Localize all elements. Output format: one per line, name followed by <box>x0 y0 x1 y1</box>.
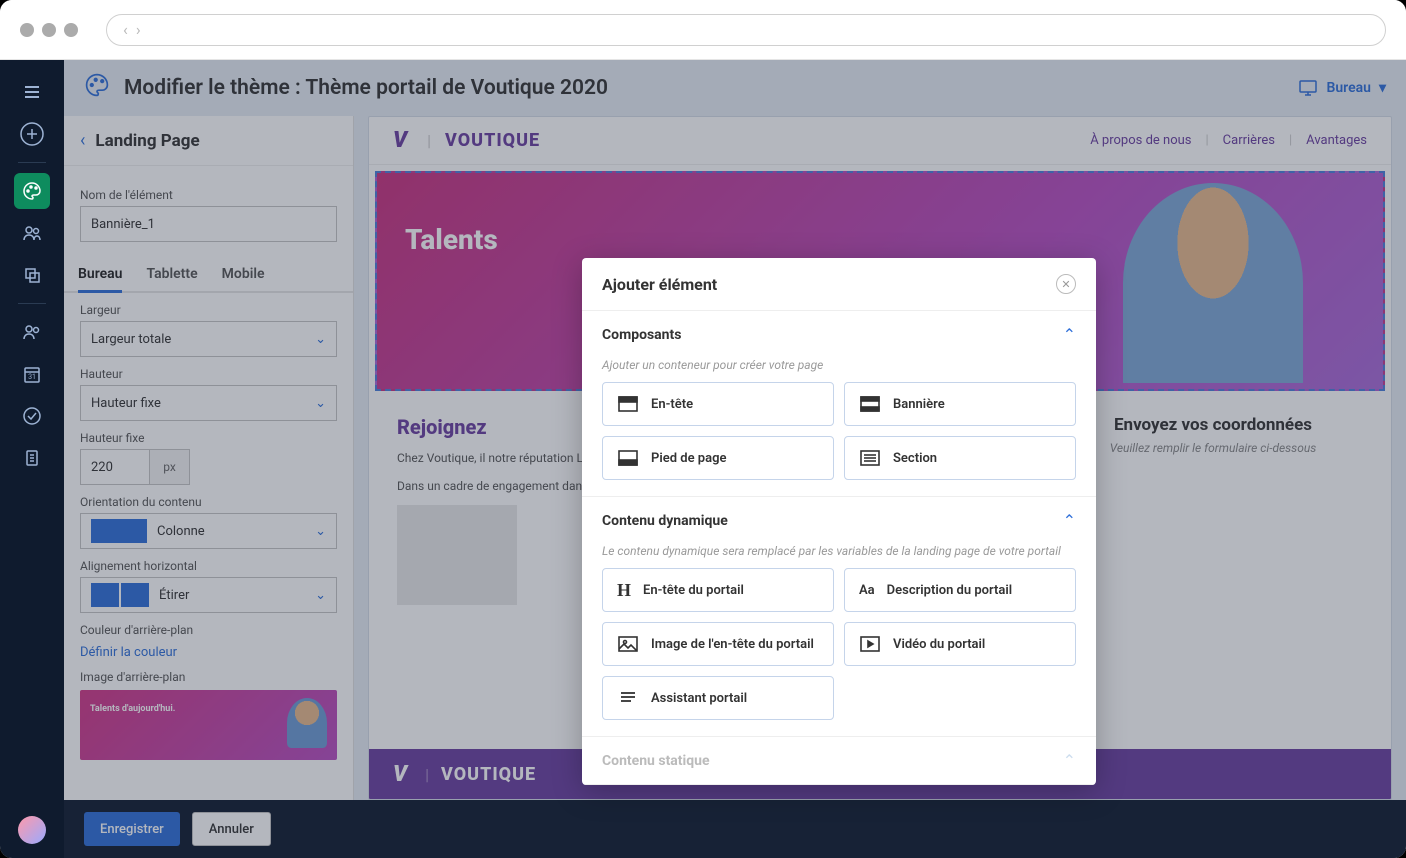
component-portal-header-img[interactable]: Image de l'en-tête du portail <box>602 622 834 666</box>
back-icon[interactable]: ‹ <box>80 130 85 151</box>
contact-heading: Envoyez vos coordonnées <box>1063 415 1363 435</box>
close-icon[interactable]: ✕ <box>1056 274 1076 294</box>
halign-swatch-icon <box>91 583 149 607</box>
bottom-bar: Enregistrer Annuler <box>64 800 1406 858</box>
chevron-down-icon: ⌄ <box>315 588 326 603</box>
url-bar[interactable]: ‹ › <box>106 14 1386 46</box>
component-portal-header[interactable]: HEn-tête du portail <box>602 568 834 612</box>
people-icon[interactable] <box>14 215 50 251</box>
preview-header: V | VOUTIQUE À propos de nous| Carrières… <box>369 117 1391 165</box>
video-icon <box>859 633 881 655</box>
component-footer[interactable]: Pied de page <box>602 436 834 480</box>
text-icon: Aa <box>859 583 875 598</box>
chevron-up-icon: ⌃ <box>1063 511 1076 530</box>
heading-icon: H <box>617 580 631 601</box>
define-color-link[interactable]: Définir la couleur <box>80 645 177 660</box>
tab-desktop[interactable]: Bureau <box>78 258 122 293</box>
person-graphic <box>287 698 327 748</box>
copy-icon[interactable] <box>14 257 50 293</box>
component-header[interactable]: En-tête <box>602 382 834 426</box>
component-section[interactable]: Section <box>844 436 1076 480</box>
tab-tablet[interactable]: Tablette <box>146 258 197 293</box>
chevron-up-icon: ⌃ <box>1063 325 1076 344</box>
preview-nav: À propos de nous| Carrières| Avantages <box>1090 133 1367 148</box>
nav-careers[interactable]: Carrières <box>1223 133 1275 148</box>
bgcolor-label: Couleur d'arrière-plan <box>80 623 337 637</box>
panel-title: Landing Page <box>95 131 199 151</box>
brand-name: VOUTIQUE <box>445 130 540 151</box>
section-header-dynamic[interactable]: Contenu dynamique ⌃ <box>582 497 1096 544</box>
window-dot <box>64 23 78 37</box>
fixed-height-input[interactable] <box>80 449 150 485</box>
halign-select[interactable]: Étirer ⌄ <box>80 577 337 613</box>
orientation-select[interactable]: Colonne ⌄ <box>80 513 337 549</box>
modal-title: Ajouter élément <box>602 275 717 294</box>
list-icon <box>617 687 639 709</box>
component-portal-assistant[interactable]: Assistant portail <box>602 676 834 720</box>
forward-icon[interactable]: › <box>136 20 141 39</box>
clipboard-icon[interactable] <box>14 440 50 476</box>
monitor-icon <box>1298 78 1318 98</box>
logo-mark-icon: V <box>393 762 407 787</box>
brand-name: VOUTIQUE <box>441 764 536 785</box>
window-dot <box>20 23 34 37</box>
section-header-static[interactable]: Contenu statique ⌃ <box>582 737 1096 784</box>
logo-mark-icon: V <box>393 128 407 153</box>
device-selector[interactable]: Bureau ▾ <box>1298 78 1386 98</box>
team-icon[interactable] <box>14 314 50 350</box>
component-portal-desc[interactable]: AaDescription du portail <box>844 568 1076 612</box>
page-title: Modifier le thème : Thème portail de Vou… <box>124 76 608 100</box>
element-name-input[interactable] <box>80 206 337 242</box>
check-icon[interactable] <box>14 398 50 434</box>
nav-about[interactable]: À propos de nous <box>1090 133 1191 148</box>
image-icon <box>617 633 639 655</box>
height-select[interactable]: Hauteur fixe⌄ <box>80 385 337 421</box>
orientation-swatch-icon <box>91 519 147 543</box>
avatar[interactable] <box>18 816 46 844</box>
menu-icon[interactable] <box>14 74 50 110</box>
topbar: Modifier le thème : Thème portail de Vou… <box>64 60 1406 116</box>
bgimage-thumbnail[interactable]: Talents d'aujourd'hui. <box>80 690 337 760</box>
back-icon[interactable]: ‹ <box>123 20 128 39</box>
width-label: Largeur <box>80 303 337 317</box>
chevron-down-icon: ▾ <box>1379 80 1386 96</box>
section-hint: Le contenu dynamique sera remplacé par l… <box>582 544 1096 568</box>
person-graphic <box>1123 183 1303 383</box>
window-dot <box>42 23 56 37</box>
chevron-down-icon: ⌄ <box>315 396 326 411</box>
add-icon[interactable] <box>14 116 50 152</box>
placeholder-box <box>397 505 517 605</box>
component-banner[interactable]: Bannière <box>844 382 1076 426</box>
element-name-label: Nom de l'élément <box>80 188 337 202</box>
bgimage-label: Image d'arrière-plan <box>80 670 337 684</box>
orientation-label: Orientation du contenu <box>80 495 337 509</box>
cancel-button[interactable]: Annuler <box>192 812 271 846</box>
save-button[interactable]: Enregistrer <box>84 812 180 846</box>
height-label: Hauteur <box>80 367 337 381</box>
section-header-components[interactable]: Composants ⌃ <box>582 311 1096 358</box>
chevron-down-icon: ⌄ <box>315 332 326 347</box>
properties-panel: ‹ Landing Page Nom de l'élément Bureau T… <box>64 116 354 800</box>
nav-rail: 31 <box>0 60 64 858</box>
component-portal-video[interactable]: Vidéo du portail <box>844 622 1076 666</box>
add-element-modal: Ajouter élément ✕ Composants ⌃ Ajouter u… <box>582 258 1096 785</box>
browser-chrome: ‹ › <box>0 0 1406 60</box>
device-label: Bureau <box>1326 80 1370 96</box>
device-tabs: Bureau Tablette Mobile <box>64 258 353 293</box>
chevron-up-icon: ⌃ <box>1063 751 1076 770</box>
width-select[interactable]: Largeur totale⌄ <box>80 321 337 357</box>
banner-title: Talents <box>405 223 498 256</box>
palette-icon <box>84 72 110 104</box>
svg-text:31: 31 <box>28 373 36 381</box>
calendar-icon[interactable]: 31 <box>14 356 50 392</box>
halign-label: Alignement horizontal <box>80 559 337 573</box>
fixed-height-label: Hauteur fixe <box>80 431 337 445</box>
contact-sub: Veuillez remplir le formulaire ci-dessou… <box>1063 441 1363 455</box>
tab-mobile[interactable]: Mobile <box>222 258 265 293</box>
unit-label: px <box>150 449 190 485</box>
chevron-down-icon: ⌄ <box>315 524 326 539</box>
section-hint: Ajouter un conteneur pour créer votre pa… <box>582 358 1096 382</box>
nav-benefits[interactable]: Avantages <box>1306 133 1367 148</box>
theme-icon[interactable] <box>14 173 50 209</box>
